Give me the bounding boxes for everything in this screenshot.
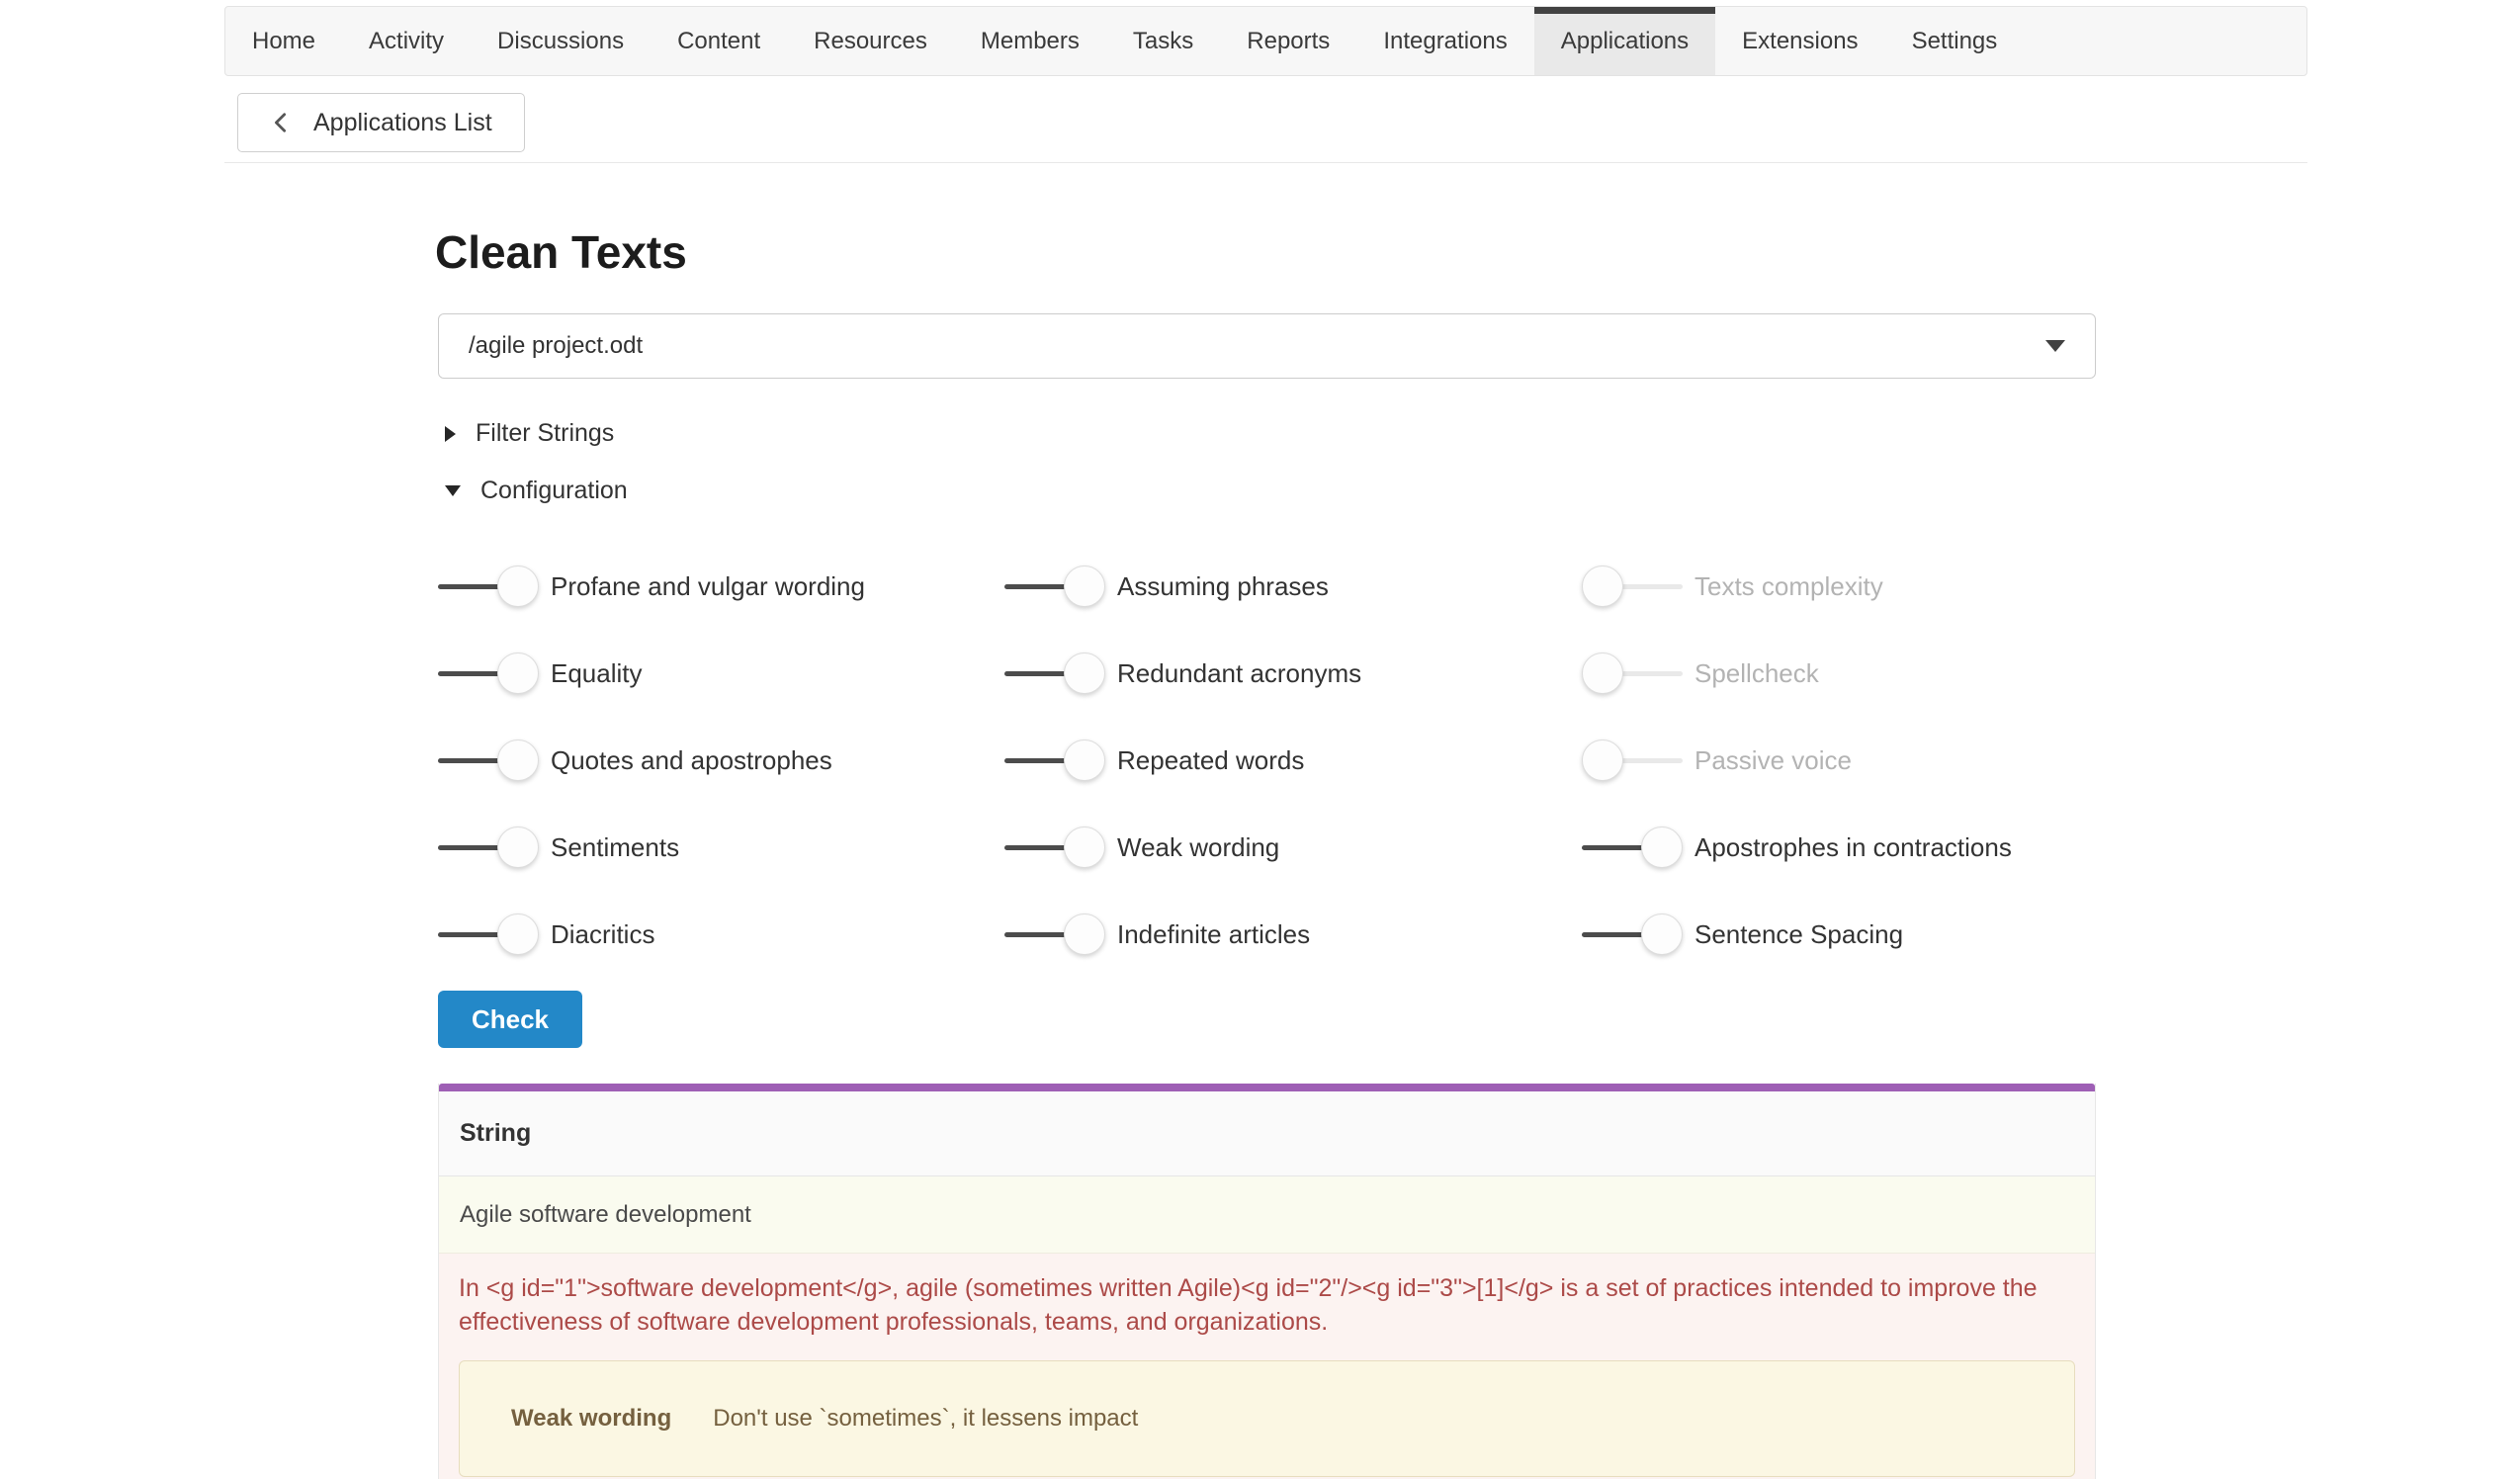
toggle-switch[interactable] (1004, 652, 1105, 695)
toggle-quotes-and-apostrophes: Quotes and apostrophes (438, 717, 1004, 804)
toggle-label: Redundant acronyms (1117, 658, 1361, 689)
toggle-knob[interactable] (1064, 914, 1105, 955)
toggle-switch[interactable] (1004, 826, 1105, 869)
toggle-knob[interactable] (1064, 566, 1105, 607)
tab-resources[interactable]: Resources (787, 7, 954, 75)
toggle-switch[interactable] (1004, 565, 1105, 608)
toggle-knob[interactable] (1582, 740, 1623, 781)
tab-settings[interactable]: Settings (1885, 7, 2025, 75)
results-header: String (439, 1091, 2095, 1176)
toggle-knob[interactable] (497, 826, 539, 868)
configuration-label: Configuration (480, 477, 628, 505)
toggle-label: Sentence Spacing (1694, 919, 1903, 950)
toggle-profane-and-vulgar-wording: Profane and vulgar wording (438, 543, 1004, 630)
toggle-equality: Equality (438, 630, 1004, 717)
toggle-label: Quotes and apostrophes (551, 745, 832, 776)
toggle-texts-complexity: Texts complexity (1582, 543, 2096, 630)
toggle-label: Texts complexity (1694, 571, 1883, 602)
results-panel: String Agile software development In <g … (438, 1084, 2096, 1479)
toggle-knob[interactable] (1641, 826, 1683, 868)
toggle-switch[interactable] (1582, 652, 1683, 695)
toggle-switch[interactable] (1582, 826, 1683, 869)
toggle-switch[interactable] (438, 826, 539, 869)
toggle-label: Weak wording (1117, 832, 1279, 863)
tab-integrations[interactable]: Integrations (1356, 7, 1533, 75)
toggle-apostrophes-in-contractions: Apostrophes in contractions (1582, 804, 2096, 891)
tab-extensions[interactable]: Extensions (1715, 7, 1884, 75)
toggle-knob[interactable] (1582, 566, 1623, 607)
triangle-right-icon (445, 426, 456, 442)
toggle-knob[interactable] (1064, 652, 1105, 694)
issue-area: In <g id="1">software development</g>, a… (439, 1254, 2095, 1479)
page: Home Activity Discussions Content Resour… (0, 0, 2520, 1479)
toggle-knob[interactable] (497, 652, 539, 694)
back-button-label: Applications List (313, 109, 492, 137)
configuration-section-toggle[interactable]: Configuration (445, 477, 628, 505)
filter-strings-label: Filter Strings (476, 419, 614, 448)
toggle-sentiments: Sentiments (438, 804, 1004, 891)
result-string-row[interactable]: Agile software development (439, 1176, 2095, 1254)
toggle-label: Assuming phrases (1117, 571, 1329, 602)
toggle-switch[interactable] (1582, 913, 1683, 956)
toggle-knob[interactable] (1064, 740, 1105, 781)
tab-reports[interactable]: Reports (1220, 7, 1356, 75)
caret-down-icon (2045, 340, 2065, 352)
diff-text: In <g id="1">software development</g>, a… (459, 1271, 2075, 1339)
check-button[interactable]: Check (438, 991, 582, 1048)
toggle-knob[interactable] (1641, 914, 1683, 955)
toggle-passive-voice: Passive voice (1582, 717, 2096, 804)
toggle-switch[interactable] (438, 652, 539, 695)
toggle-weak-wording: Weak wording (1004, 804, 1582, 891)
file-select-value: /agile project.odt (469, 332, 2045, 360)
results-accent-bar (439, 1084, 2095, 1091)
header-divider (224, 162, 2307, 163)
toggle-switch[interactable] (1004, 739, 1105, 782)
tab-activity[interactable]: Activity (342, 7, 471, 75)
toggle-switch[interactable] (438, 913, 539, 956)
toggle-label: Spellcheck (1694, 658, 1819, 689)
toggle-label: Indefinite articles (1117, 919, 1310, 950)
toggle-switch[interactable] (1582, 739, 1683, 782)
warning-type: Weak wording (511, 1405, 671, 1433)
toggle-redundant-acronyms: Redundant acronyms (1004, 630, 1582, 717)
toggle-spellcheck: Spellcheck (1582, 630, 2096, 717)
toggle-knob[interactable] (497, 914, 539, 955)
tab-discussions[interactable]: Discussions (471, 7, 651, 75)
toggle-label: Sentiments (551, 832, 679, 863)
toggle-switch[interactable] (438, 565, 539, 608)
tab-members[interactable]: Members (954, 7, 1106, 75)
warning-box: Weak wording Don't use `sometimes`, it l… (459, 1360, 2075, 1477)
toggle-label: Apostrophes in contractions (1694, 832, 2012, 863)
toggle-knob[interactable] (497, 740, 539, 781)
page-title: Clean Texts (435, 225, 687, 279)
toggle-diacritics: Diacritics (438, 891, 1004, 978)
toggle-label: Repeated words (1117, 745, 1304, 776)
toggle-sentence-spacing: Sentence Spacing (1582, 891, 2096, 978)
toggle-switch[interactable] (438, 739, 539, 782)
toggle-knob[interactable] (1582, 652, 1623, 694)
toggle-label: Profane and vulgar wording (551, 571, 865, 602)
tab-tasks[interactable]: Tasks (1106, 7, 1220, 75)
toggle-label: Diacritics (551, 919, 654, 950)
triangle-down-icon (445, 485, 461, 496)
filter-strings-section-toggle[interactable]: Filter Strings (445, 419, 614, 448)
toggle-switch[interactable] (1582, 565, 1683, 608)
toggle-label: Equality (551, 658, 643, 689)
applications-list-back-button[interactable]: Applications List (237, 93, 525, 152)
tab-content[interactable]: Content (651, 7, 787, 75)
tab-home[interactable]: Home (225, 7, 342, 75)
top-nav: Home Activity Discussions Content Resour… (224, 6, 2307, 76)
toggle-knob[interactable] (497, 566, 539, 607)
tab-applications[interactable]: Applications (1534, 7, 1715, 75)
file-select[interactable]: /agile project.odt (438, 313, 2096, 379)
warning-message: Don't use `sometimes`, it lessens impact (713, 1405, 1138, 1433)
toggle-repeated-words: Repeated words (1004, 717, 1582, 804)
toggle-switch[interactable] (1004, 913, 1105, 956)
toggle-assuming-phrases: Assuming phrases (1004, 543, 1582, 630)
configuration-toggles: Profane and vulgar wording Equality Quot… (438, 543, 2096, 978)
toggle-knob[interactable] (1064, 826, 1105, 868)
chevron-left-icon (270, 112, 292, 133)
toggle-indefinite-articles: Indefinite articles (1004, 891, 1582, 978)
toggle-label: Passive voice (1694, 745, 1852, 776)
